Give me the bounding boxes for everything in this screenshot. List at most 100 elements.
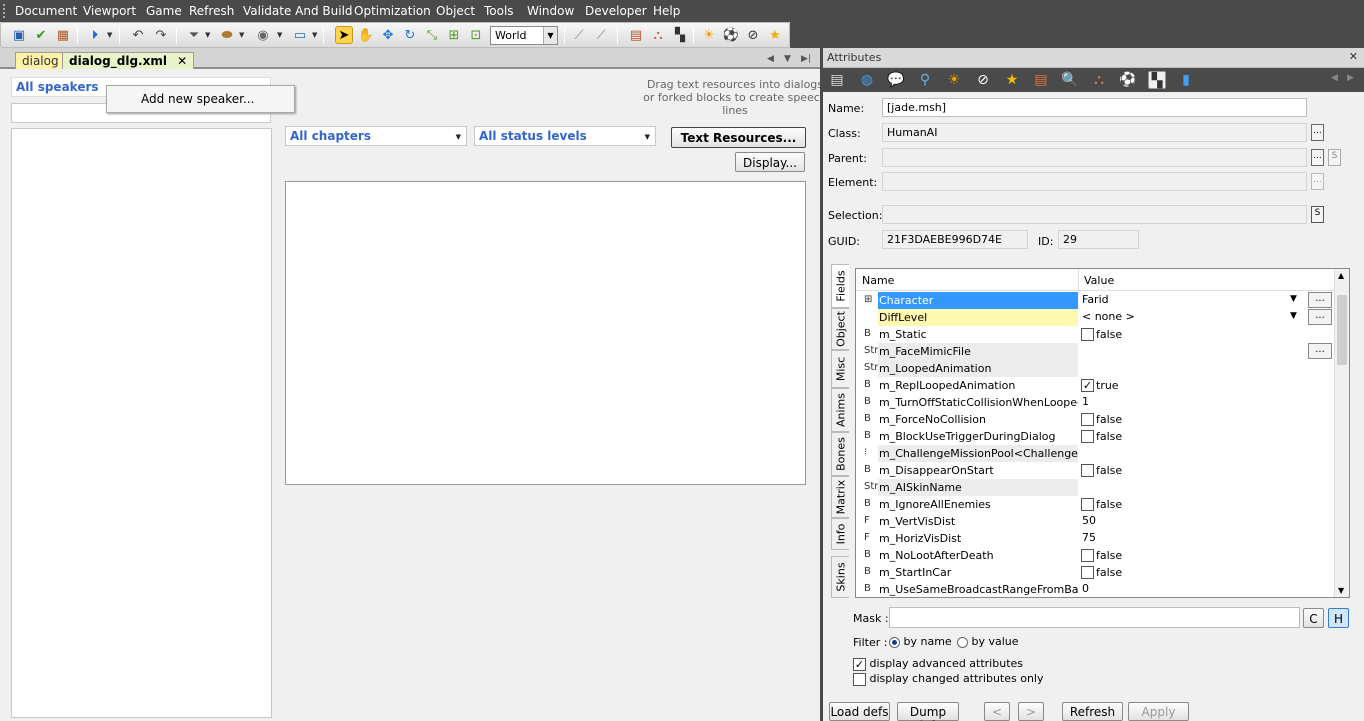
property-name[interactable]: m_UseSameBroadcastRangeFromBack — [878, 581, 1078, 597]
compass-icon[interactable]: ⊘ — [974, 71, 992, 89]
menu-game[interactable]: Game — [146, 4, 182, 18]
class-browse-button[interactable]: ... — [1311, 124, 1324, 141]
property-row[interactable]: Bm_BlockUseTriggerDuringDialog false — [856, 428, 1334, 445]
filter-icon[interactable]: ⏷ — [185, 26, 203, 44]
ellipse-shape-icon[interactable]: ⬬ — [218, 26, 236, 44]
property-value[interactable]: false — [1080, 326, 1334, 343]
property-checkbox[interactable] — [1081, 548, 1094, 562]
property-name[interactable]: m_VertVisDist — [878, 513, 1078, 530]
status-levels-combo[interactable]: All status levels ▼ — [474, 126, 656, 146]
property-row[interactable]: Bm_ForceNoCollision false — [856, 411, 1334, 428]
play-dropdown-arrow[interactable]: ▼ — [107, 31, 112, 39]
menu-viewport[interactable]: Viewport — [83, 4, 136, 18]
property-name[interactable]: m_HorizVisDist — [878, 530, 1078, 547]
property-value[interactable] — [1080, 445, 1334, 462]
hierarchy-icon[interactable]: ⛬ — [1090, 71, 1108, 89]
property-value[interactable] — [1080, 479, 1334, 496]
selection-s-button[interactable]: S — [1311, 206, 1324, 223]
value-column-header[interactable]: Value — [1084, 274, 1114, 287]
scroll-down-icon[interactable]: ▼ — [1338, 586, 1344, 595]
radio-unselected[interactable] — [957, 636, 968, 648]
tab-skins[interactable]: Skins — [831, 556, 849, 598]
menu-help[interactable]: Help — [653, 4, 680, 18]
property-grid-scrollbar[interactable]: ▲ ▼ — [1334, 269, 1349, 597]
checker-icon[interactable]: ▚ — [671, 26, 689, 44]
property-name[interactable]: m_BlockUseTriggerDuringDialog — [878, 428, 1078, 445]
property-row[interactable]: ⁝ m_ChallengeMissionPool<ChallengeMi... — [856, 445, 1334, 462]
forward-button[interactable]: > — [1018, 702, 1044, 721]
property-row[interactable]: ⊞ Character Farid ▼... — [856, 292, 1334, 309]
search-person-icon[interactable]: ⚲ — [916, 71, 934, 89]
property-row[interactable]: Bm_Static false — [856, 326, 1334, 343]
tab-anims[interactable]: Anims — [831, 388, 849, 432]
property-name[interactable]: m_StartInCar — [878, 564, 1078, 581]
property-value[interactable]: false — [1080, 411, 1334, 428]
property-name[interactable]: m_FaceMimicFile — [878, 343, 1078, 360]
eye-icon[interactable]: ◉ — [254, 26, 272, 44]
chevron-right-icon[interactable]: ▶ — [1347, 73, 1354, 83]
unlink-icon[interactable]: ⟋ — [592, 26, 610, 44]
menu-refresh[interactable]: Refresh — [189, 4, 234, 18]
checker-icon[interactable]: ▚ — [1148, 71, 1166, 89]
add-object-icon[interactable]: ▤ — [627, 26, 645, 44]
soccer-ball-icon[interactable]: ⚽ — [722, 26, 740, 44]
filter-dropdown-arrow[interactable]: ▼ — [205, 31, 210, 39]
scroll-up-icon[interactable]: ▲ — [1338, 271, 1344, 280]
shape-dropdown-arrow[interactable]: ▼ — [239, 31, 244, 39]
parent-s-button[interactable]: S — [1328, 149, 1341, 166]
text-resources-button[interactable]: Text Resources... — [671, 127, 806, 148]
property-row[interactable]: Fm_HorizVisDist 75 — [856, 530, 1334, 547]
coordinate-space-select[interactable]: World ▼ — [490, 26, 558, 45]
star-icon[interactable]: ★ — [766, 26, 784, 44]
property-row[interactable]: Fm_VertVisDist 50 — [856, 513, 1334, 530]
chevron-down-icon[interactable]: ▼ — [456, 133, 461, 141]
menu-object[interactable]: Object — [436, 4, 475, 18]
apply-button[interactable]: Apply — [1128, 702, 1189, 721]
menu-document[interactable]: Document — [15, 4, 77, 18]
parent-browse-button[interactable]: ... — [1311, 149, 1324, 166]
property-value[interactable]: 50 — [1080, 513, 1334, 530]
display-button[interactable]: Display... — [735, 152, 805, 172]
tab-bones[interactable]: Bones — [831, 432, 849, 476]
sun-icon[interactable]: ☀ — [700, 26, 718, 44]
property-value[interactable]: false — [1080, 462, 1334, 479]
property-name[interactable]: m_IgnoreAllEnemies — [878, 496, 1078, 513]
speakers-list[interactable] — [11, 128, 272, 718]
property-name[interactable]: m_AISkinName — [878, 479, 1078, 496]
name-field[interactable]: [jade.msh] — [882, 98, 1307, 117]
property-row[interactable]: Str m_AISkinName — [856, 479, 1334, 496]
property-row[interactable]: Bm_NoLootAfterDeath false — [856, 547, 1334, 564]
compass-icon[interactable]: ⊘ — [744, 26, 762, 44]
property-value[interactable]: false — [1080, 496, 1334, 513]
property-checkbox[interactable] — [1081, 565, 1094, 579]
chapters-combo[interactable]: All chapters ▼ — [285, 126, 467, 146]
property-row[interactable]: Bm_StartInCar false — [856, 564, 1334, 581]
sun-icon[interactable]: ☀ — [945, 71, 963, 89]
checkmark-icon[interactable]: ✔ — [32, 26, 50, 44]
c-button[interactable]: C — [1303, 608, 1324, 628]
notes-icon[interactable]: ▤ — [828, 71, 846, 89]
property-checkbox[interactable] — [1081, 497, 1094, 511]
select-arrow-icon[interactable]: ➤ — [335, 26, 353, 44]
property-value[interactable]: ✓ true — [1080, 377, 1334, 394]
chevron-down-icon[interactable]: ▼ — [1290, 294, 1297, 304]
property-value[interactable]: false — [1080, 564, 1334, 581]
chevron-left-icon[interactable]: ◀ — [767, 54, 774, 64]
property-browse-button[interactable]: ... — [1308, 292, 1332, 308]
h-button[interactable]: H — [1328, 608, 1349, 628]
bounds-icon[interactable]: ⊡ — [467, 26, 485, 44]
property-row[interactable]: Bm_ReplLoopedAnimation ✓ true — [856, 377, 1334, 394]
property-name[interactable]: m_DisappearOnStart — [878, 462, 1078, 479]
column-divider[interactable] — [1078, 269, 1079, 291]
property-value[interactable]: 0 — [1080, 581, 1334, 597]
property-name[interactable]: DiffLevel — [878, 309, 1078, 326]
property-name[interactable]: Character — [878, 292, 1078, 309]
hand-icon[interactable]: ✋ — [357, 26, 375, 44]
scrollbar-thumb[interactable] — [1337, 295, 1347, 365]
brick-wall-icon[interactable]: ▦ — [54, 26, 72, 44]
magnifier-icon[interactable]: 🔍 — [1061, 71, 1079, 89]
monitor-icon[interactable]: ▭ — [291, 26, 309, 44]
property-name[interactable]: m_TurnOffStaticCollisionWhenLooped... — [878, 394, 1078, 411]
radio-selected[interactable] — [889, 636, 900, 648]
property-row[interactable]: Bm_TurnOffStaticCollisionWhenLooped... 1 — [856, 394, 1334, 411]
